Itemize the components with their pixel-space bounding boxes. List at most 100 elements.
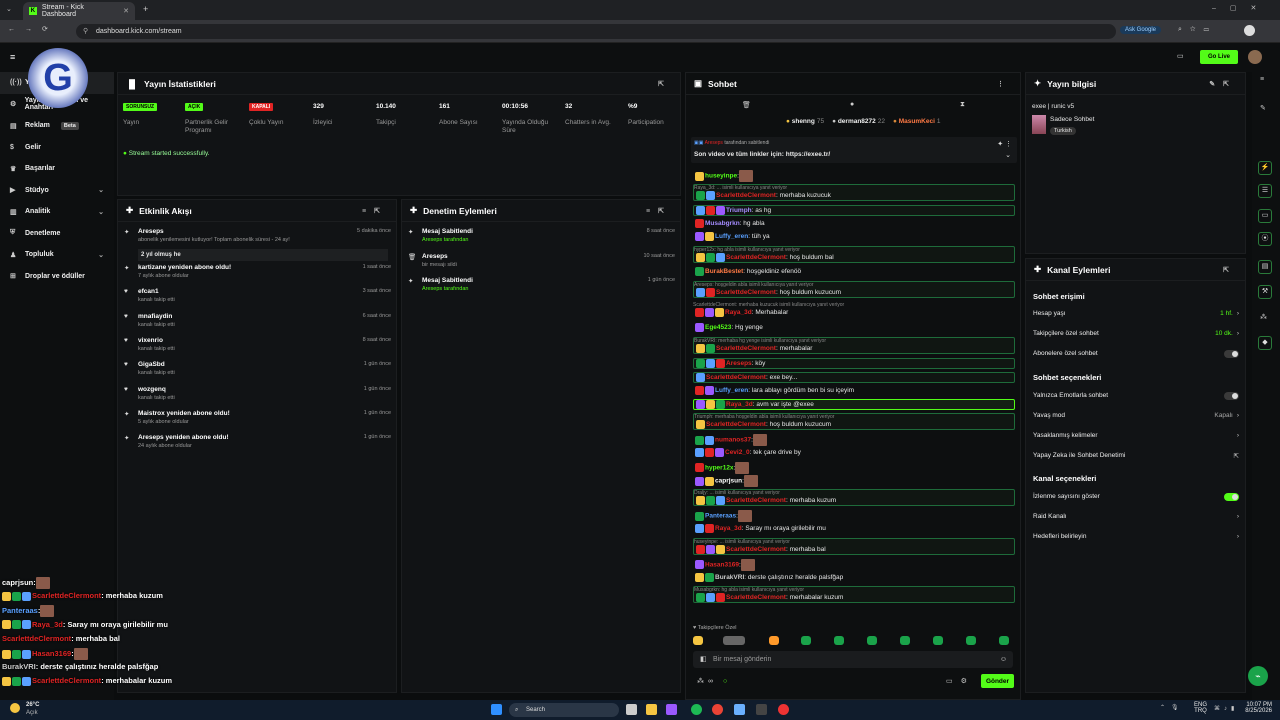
chat-message[interactable]: Hasan3169:: [693, 558, 1015, 571]
chat-username[interactable]: Raya_3d: [715, 525, 742, 532]
go-live-button[interactable]: Go Live: [1200, 50, 1238, 64]
chat-username[interactable]: Ege4523: [705, 325, 731, 332]
setting-row[interactable]: Hesap yaşı 1 hf. ›: [1033, 310, 1239, 317]
chat-message[interactable]: BurakVRI: merhaba hg yenge isimli kullan…: [693, 337, 1015, 354]
chat-username[interactable]: numanos37: [715, 437, 751, 444]
setting-value[interactable]: [1224, 493, 1239, 503]
nav-arrows-icon[interactable]: ←→⟳: [8, 25, 58, 33]
chat-message[interactable]: Musabgrkn: hg abla: [693, 218, 1015, 228]
chat-input[interactable]: ◧ Bir mesaj gönderin ☺: [693, 651, 1013, 668]
smile-icon[interactable]: ☺: [1000, 651, 1007, 668]
nav-item-3[interactable]: $ Gelir: [0, 137, 114, 159]
share-icon[interactable]: ⁂: [1260, 313, 1267, 321]
setting-row[interactable]: Hedefleri belirleyin ›: [1033, 533, 1239, 540]
nav-item-8[interactable]: ♟ Topluluk ⌄: [0, 244, 114, 266]
chat-message[interactable]: caprjsun:: [693, 475, 1015, 488]
chat-message[interactable]: huseyinpe:: [693, 170, 1015, 182]
nav-item-7[interactable]: ⛨ Denetleme: [0, 223, 114, 245]
pin-icon[interactable]: ✦ ⋮: [997, 140, 1012, 148]
language-indicator[interactable]: ENG TRQ: [1194, 702, 1207, 714]
setting-value[interactable]: ›: [1233, 533, 1239, 540]
setting-row[interactable]: Raid Kanalı ›: [1033, 513, 1239, 520]
trash-icon[interactable]: 🗑: [742, 101, 751, 109]
chat-message[interactable]: Draljy: ... isimli kullanıcıya yanıt ver…: [693, 489, 1015, 506]
more-icon[interactable]: ⋮: [997, 80, 1012, 88]
chat-username[interactable]: ScarlettdeClermont: [726, 497, 786, 504]
ask-google-button[interactable]: Ask Google: [1120, 26, 1162, 34]
file-explorer-icon[interactable]: [646, 704, 657, 715]
toggle-switch[interactable]: [1224, 350, 1239, 358]
chat-username[interactable]: Panteraas: [705, 513, 736, 520]
chat-username[interactable]: ScarlettdeClermont: [726, 594, 786, 601]
send-button[interactable]: Gönder: [981, 674, 1014, 688]
chat-message[interactable]: huseyinpe: ... isimli kullanıcıya yanıt …: [693, 537, 1015, 555]
setting-value[interactable]: ⇱: [1230, 452, 1239, 460]
help-chat-button[interactable]: ⌁: [1248, 666, 1268, 686]
chat-message[interactable]: ScarlettdeClermont: exe bey...: [693, 371, 1015, 383]
chat-message[interactable]: ScarlettdeClermont: merhaba kuzucuk isim…: [693, 302, 1015, 318]
taskbar-search[interactable]: ⌕ Search: [509, 703, 619, 717]
windows-start-icon[interactable]: [491, 704, 502, 715]
app-icon[interactable]: [666, 704, 677, 715]
top-user-name[interactable]: shenng: [792, 118, 815, 125]
popout-icon[interactable]: ⇱: [658, 80, 672, 88]
nav-item-2[interactable]: ▤ Reklam Beta: [0, 115, 114, 137]
setting-row[interactable]: Yasaklanmış kelimeler ›: [1033, 432, 1239, 439]
broadcast-icon[interactable]: ⦿: [1258, 232, 1272, 246]
emote-icon[interactable]: [723, 636, 745, 645]
filter-icon[interactable]: ≡⇱: [646, 207, 672, 215]
edit-icon[interactable]: ✎: [1260, 104, 1266, 112]
setting-row[interactable]: Abonelere özel sohbet: [1033, 350, 1239, 358]
chat-username[interactable]: ScarlettdeClermont: [716, 289, 776, 296]
chat-message[interactable]: BurakBestet: hoşgeldiniz efenöö: [693, 267, 1015, 277]
chat-username[interactable]: ScarlettdeClermont: [706, 374, 766, 381]
chevron-down-icon[interactable]: ⌄: [1005, 151, 1011, 159]
setting-row[interactable]: Yalnızca Emotlarla sohbet: [1033, 392, 1239, 400]
setting-row[interactable]: Yavaş mod Kapalı ›: [1033, 412, 1239, 419]
chat-username[interactable]: Areseps: [726, 360, 752, 367]
nav-item-6[interactable]: ▥ Analitik ⌄: [0, 201, 114, 223]
chat-message[interactable]: Cevi2_0: tek çare drive by: [693, 447, 1015, 457]
emote-icon[interactable]: [801, 636, 811, 645]
chat-username[interactable]: Raya_3d: [726, 402, 753, 409]
setting-value[interactable]: ›: [1233, 513, 1239, 520]
chat-username[interactable]: ScarlettdeClermont: [726, 546, 786, 553]
tray-icons[interactable]: ⌃🎙: [1160, 704, 1185, 711]
chat-message[interactable]: Raya_3d: ... isimli kullanıcıya yanıt ve…: [693, 183, 1015, 201]
setting-value[interactable]: Kapalı ›: [1214, 412, 1239, 419]
system-icons[interactable]: ⌘♪▮: [1214, 705, 1238, 712]
setting-value[interactable]: ›: [1233, 432, 1239, 439]
chat-message[interactable]: Panteraas:: [693, 510, 1015, 523]
toggle-switch[interactable]: [1224, 493, 1239, 501]
chat-message[interactable]: Areseps: köy: [693, 358, 1015, 370]
chat-message[interactable]: hyper12x: hg abla isimli kullanıcıya yan…: [693, 246, 1015, 263]
setting-row[interactable]: Takipçilere özel sohbet 10 dk. ›: [1033, 330, 1239, 337]
chat-username[interactable]: Cevi2_0: [725, 449, 750, 456]
diamond-icon[interactable]: ◆: [1258, 336, 1272, 350]
url-field[interactable]: ⚲ dashboard.kick.com/stream: [76, 24, 1116, 39]
chat-message[interactable]: numanos37:: [693, 434, 1015, 447]
chat-message[interactable]: BurakVRI: derste çalıştınız heralde pals…: [693, 572, 1015, 582]
chat-tools-icon[interactable]: ⁂∞ ○: [697, 677, 731, 685]
setting-value[interactable]: 1 hf. ›: [1220, 310, 1239, 317]
tool-icon[interactable]: ⚒: [1258, 285, 1272, 299]
chat-username[interactable]: Musabgrkn: [705, 220, 740, 227]
chat-bubble-icon[interactable]: ●: [850, 101, 854, 108]
filter-icon[interactable]: ≡⇱: [362, 207, 388, 215]
menu-icon[interactable]: ≡: [1260, 76, 1264, 83]
tab-close-icon[interactable]: ✕: [123, 7, 129, 15]
chat-message[interactable]: hyper12x:: [693, 461, 1015, 474]
new-tab-icon[interactable]: +: [143, 4, 148, 14]
list-icon[interactable]: ☰: [1258, 184, 1272, 198]
chat-username[interactable]: Raya_3d: [725, 309, 752, 316]
chat-username[interactable]: Triumph: [726, 207, 752, 214]
top-user-name[interactable]: MasumKeci: [899, 118, 935, 125]
toolbar-icons[interactable]: ⌕☆▭: [1178, 26, 1217, 34]
browser-tab[interactable]: K Stream - Kick Dashboard ✕: [23, 2, 135, 20]
chat-message[interactable]: Areseps: hoşgeldin abla isimli kullanıcı…: [693, 280, 1015, 298]
task-view-icon[interactable]: [626, 704, 637, 715]
chat-username[interactable]: caprjsun: [715, 478, 742, 485]
setting-value[interactable]: 10 dk. ›: [1215, 330, 1239, 337]
stack-icon[interactable]: ▤: [1258, 260, 1272, 274]
chat-username[interactable]: Hasan3169: [705, 562, 739, 569]
